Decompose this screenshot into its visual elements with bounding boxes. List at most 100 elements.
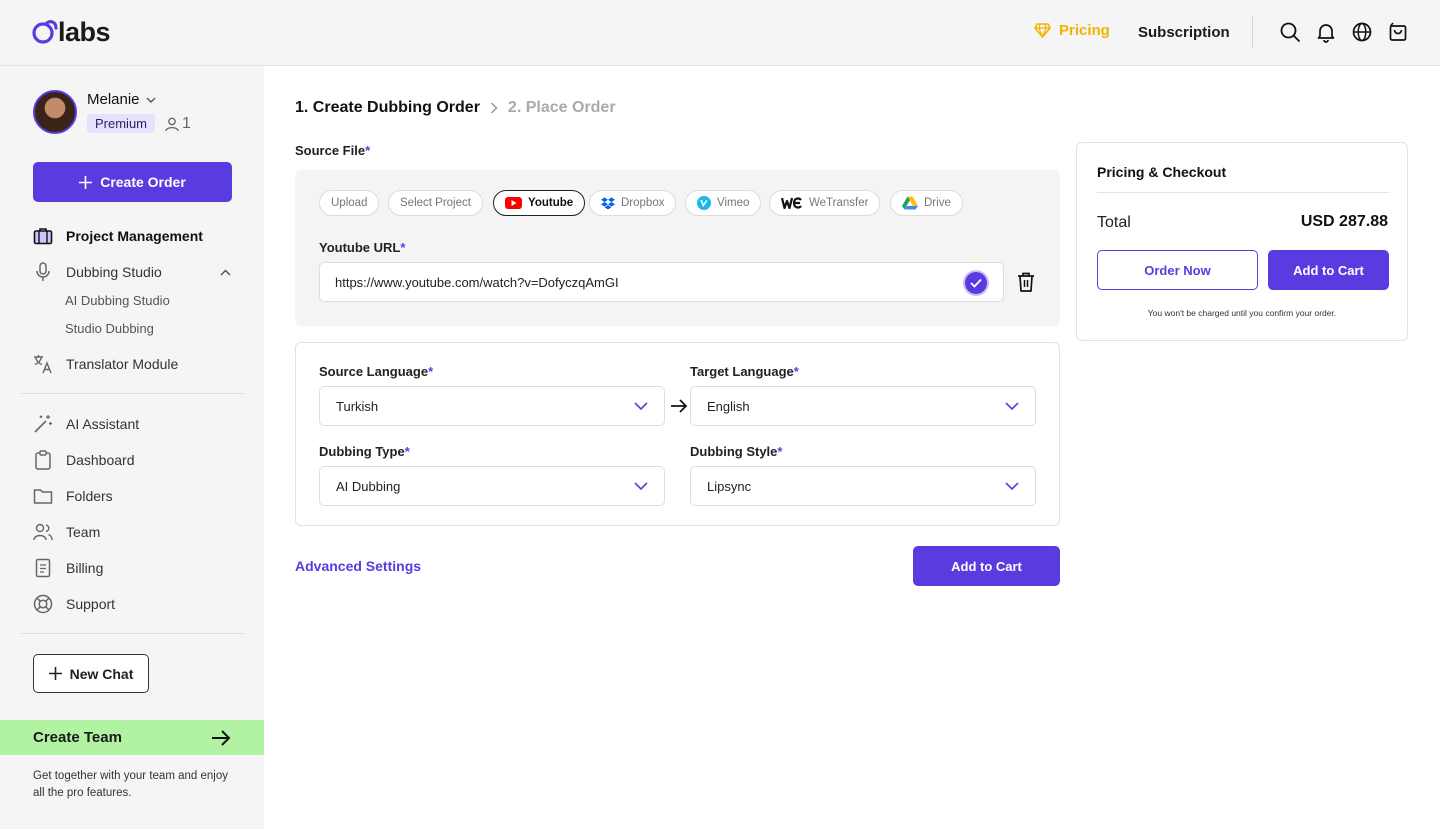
required-mark: *: [777, 444, 783, 459]
search-icon[interactable]: [1279, 21, 1301, 43]
sidebar-item-label: Team: [66, 524, 101, 540]
sidebar-item-folders[interactable]: Folders: [33, 486, 113, 506]
pricing-label: Pricing: [1059, 22, 1110, 39]
drive-icon: [902, 196, 918, 210]
order-now-button[interactable]: Order Now: [1097, 250, 1258, 290]
source-language-select[interactable]: Turkish: [319, 386, 665, 426]
chevron-down-icon: [146, 97, 156, 103]
dubbing-type-value: AI Dubbing: [336, 478, 401, 494]
sidebar-item-team[interactable]: Team: [33, 522, 100, 542]
required-mark: *: [365, 143, 371, 158]
sidebar-item-label: Billing: [66, 560, 104, 576]
user-menu[interactable]: Melanie: [87, 91, 156, 108]
dubbing-type-select[interactable]: AI Dubbing: [319, 466, 665, 506]
chevron-right-icon: [490, 102, 498, 114]
cart-icon[interactable]: [1387, 21, 1409, 43]
source-tab-select-project[interactable]: Select Project: [388, 190, 483, 216]
advanced-settings-link[interactable]: Advanced Settings: [295, 558, 421, 574]
dropbox-icon: [601, 197, 615, 209]
sidebar-subitem-studio-dubbing[interactable]: Studio Dubbing: [65, 321, 154, 336]
breadcrumb-step-1[interactable]: 1. Create Dubbing Order: [295, 99, 480, 117]
required-mark: *: [793, 364, 799, 379]
source-tab-wetransfer[interactable]: WeTransfer: [769, 190, 881, 216]
sidebar-item-support[interactable]: Support: [33, 594, 115, 614]
source-tab-label: Select Project: [400, 197, 471, 209]
checkout-divider: [1097, 192, 1389, 193]
diamond-icon: [1034, 23, 1051, 38]
magic-wand-icon: [33, 414, 53, 434]
arrow-right-icon: [212, 729, 231, 746]
source-tab-upload[interactable]: Upload: [319, 190, 380, 216]
source-language-label: Source Language*: [319, 364, 433, 379]
source-language-label-text: Source Language: [319, 364, 429, 379]
logo-icon: [32, 20, 58, 44]
source-tab-vimeo[interactable]: Vimeo: [685, 190, 762, 216]
dubbing-style-label: Dubbing Style*: [690, 444, 782, 459]
source-file-label-text: Source File: [295, 143, 366, 158]
source-tab-label: Youtube: [528, 197, 574, 209]
sidebar-divider: [21, 393, 244, 394]
globe-icon[interactable]: [1351, 21, 1373, 43]
required-mark: *: [404, 444, 410, 459]
top-bar: labs Pricing Subscription: [0, 0, 1440, 66]
user-name: Melanie: [87, 91, 140, 108]
logo-text: labs: [58, 16, 111, 47]
sidebar-item-label: Dubbing Studio: [66, 264, 162, 280]
breadcrumb: 1. Create Dubbing Order 2. Place Order: [295, 99, 616, 117]
plan-badge: Premium: [87, 114, 156, 133]
chevron-down-icon: [1005, 482, 1019, 490]
sidebar-item-label: Project Management: [66, 228, 203, 244]
source-tab-dropbox[interactable]: Dropbox: [589, 190, 677, 216]
chevron-down-icon: [1005, 402, 1019, 410]
youtube-url-input[interactable]: https://www.youtube.com/watch?v=DofyczqA…: [319, 262, 1004, 302]
breadcrumb-step-2[interactable]: 2. Place Order: [508, 99, 616, 117]
sidebar-item-project-management[interactable]: Project Management: [33, 226, 203, 246]
required-mark: *: [400, 240, 406, 255]
avatar[interactable]: [33, 90, 77, 134]
source-language-value: Turkish: [336, 398, 379, 414]
sidebar-subitem-ai-dubbing-studio[interactable]: AI Dubbing Studio: [65, 293, 170, 308]
chevron-down-icon: [634, 482, 648, 490]
new-chat-button[interactable]: New Chat: [33, 654, 149, 693]
sidebar-item-ai-assistant[interactable]: AI Assistant: [33, 414, 139, 434]
bell-icon[interactable]: [1315, 21, 1337, 43]
sidebar-item-dubbing-studio[interactable]: Dubbing Studio: [33, 262, 231, 282]
arrow-right-icon: [671, 399, 688, 413]
source-tab-label: WeTransfer: [809, 197, 869, 209]
checkout-title: Pricing & Checkout: [1097, 164, 1227, 180]
sidebar-item-label: AI Assistant: [66, 416, 140, 432]
sidebar-item-dashboard[interactable]: Dashboard: [33, 450, 135, 470]
source-tab-youtube[interactable]: Youtube: [493, 190, 586, 216]
add-to-cart-button[interactable]: Add to Cart: [913, 546, 1060, 586]
target-language-select[interactable]: English: [690, 386, 1036, 426]
dubbing-style-value: Lipsync: [707, 478, 752, 494]
briefcase-icon: [33, 226, 53, 246]
source-tab-drive[interactable]: Drive: [890, 190, 963, 216]
brand-logo[interactable]: labs: [32, 16, 111, 48]
create-team-button[interactable]: Create Team: [0, 720, 264, 755]
target-language-label: Target Language*: [690, 364, 799, 379]
chevron-up-icon[interactable]: [220, 268, 231, 276]
sidebar: Melanie Premium 1 Create Order Project M…: [0, 66, 264, 829]
required-mark: *: [428, 364, 434, 379]
checkout-add-to-cart-button[interactable]: Add to Cart: [1268, 250, 1389, 290]
dubbing-style-select[interactable]: Lipsync: [690, 466, 1036, 506]
plus-icon: [79, 175, 93, 189]
total-value: USD 287.88: [1300, 213, 1388, 230]
pricing-link[interactable]: Pricing: [1034, 22, 1110, 39]
create-order-button[interactable]: Create Order: [33, 162, 232, 202]
youtube-icon: [505, 197, 522, 209]
source-tab-label: Upload: [331, 197, 368, 209]
wetransfer-icon: [781, 197, 802, 209]
subscription-link[interactable]: Subscription: [1138, 24, 1230, 41]
trash-icon[interactable]: [1017, 272, 1035, 292]
dubbing-type-label-text: Dubbing Type: [319, 444, 405, 459]
sidebar-item-label: Folders: [66, 488, 113, 504]
source-tab-label: Vimeo: [717, 197, 750, 209]
sidebar-item-translator-module[interactable]: Translator Module: [33, 354, 178, 374]
sidebar-item-billing[interactable]: Billing: [33, 558, 103, 578]
document-icon: [33, 558, 53, 578]
youtube-url-label-text: Youtube URL: [319, 240, 401, 255]
folder-icon: [33, 486, 53, 506]
youtube-url-value: https://www.youtube.com/watch?v=DofyczqA…: [335, 274, 619, 290]
